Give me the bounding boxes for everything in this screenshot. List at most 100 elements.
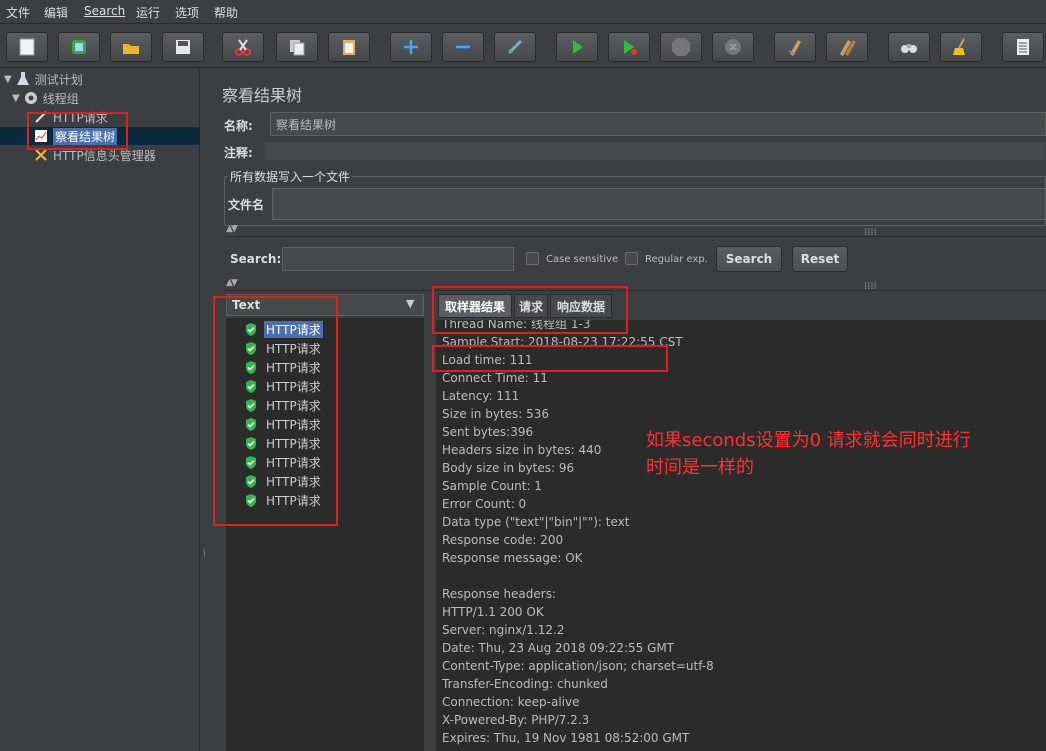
chevron-down-icon[interactable]: ▼ [406, 297, 414, 310]
detail-line: Sent bytes:396 [442, 425, 534, 439]
templates-icon [72, 40, 86, 54]
detail-line: X-Powered-By: PHP/7.2.3 [442, 713, 590, 727]
open-button[interactable] [110, 32, 152, 62]
name-label: 名称: [224, 119, 253, 133]
search-input[interactable] [282, 247, 514, 271]
detail-line: Data type ("text"|"bin"|""): text [442, 515, 630, 529]
detail-line: Response code: 200 [442, 533, 564, 547]
stop-button[interactable] [660, 32, 702, 62]
detail-line: Server: nginx/1.12.2 [442, 623, 565, 637]
highlight-box-tree [27, 112, 128, 150]
splitter-grip-icon[interactable]: ⁞ ⁞ [203, 548, 209, 564]
expand-button[interactable] [390, 32, 432, 62]
toolbar [0, 24, 1046, 68]
function-helper-button[interactable] [1002, 32, 1044, 62]
expand-arrow-icon[interactable]: ▼ [4, 74, 12, 85]
start-icon [573, 40, 583, 54]
comment-field[interactable] [264, 141, 1046, 161]
toggle-button[interactable] [494, 32, 536, 62]
copy-icon [290, 40, 305, 56]
divider-grip-icon[interactable]: ⁞⁞⁞⁞ [864, 281, 877, 292]
collapse-arrows-icon[interactable]: ▲▼ [226, 224, 238, 234]
detail-line: Response headers: [442, 587, 557, 601]
tree-node-thread-group[interactable]: ▼ 线程组 [12, 89, 79, 107]
divider [224, 290, 1046, 291]
collapse-arrows-icon[interactable]: ▲▼ [226, 278, 238, 288]
menu-help[interactable]: 帮助 [214, 4, 238, 21]
highlight-box-results [213, 296, 338, 526]
menu-bar: 文件 编辑 Search 运行 选项 帮助 [0, 0, 1046, 24]
toggle-icon [507, 39, 523, 55]
name-field[interactable]: 察看结果树 [270, 112, 1046, 136]
detail-line: Body size in bytes: 96 [442, 461, 575, 475]
reset-search-button[interactable] [940, 32, 982, 62]
save-button[interactable] [162, 32, 204, 62]
search-button[interactable]: Search [716, 246, 782, 272]
detail-line: Response message: OK [442, 551, 583, 565]
detail-line: Latency: 111 [442, 389, 520, 403]
detail-line: Date: Thu, 23 Aug 2018 09:22:55 GMT [442, 641, 675, 655]
shutdown-icon [725, 39, 741, 55]
start-no-pause-button[interactable] [608, 32, 650, 62]
filename-field[interactable] [272, 188, 1046, 220]
divider [224, 236, 1046, 237]
broom-icon [953, 38, 965, 55]
expand-icon [404, 40, 418, 54]
annotation-line-1: 如果seconds设置为0 请求就会同时进行 [646, 430, 971, 451]
search-label: Search: [230, 252, 282, 266]
menu-search[interactable]: Search [84, 4, 125, 18]
detail-line: Error Count: 0 [442, 497, 527, 511]
detail-line: Content-Type: application/json; charset=… [442, 659, 714, 673]
stop-icon [672, 38, 690, 56]
case-sensitive-checkbox[interactable] [526, 252, 539, 265]
divider-grip-icon[interactable]: ⁞⁞⁞⁞ [864, 227, 877, 238]
menu-options[interactable]: 选项 [175, 4, 199, 21]
sampler-result-text: Thread Name: 线程组 1-3 Sample Start: 2018-0… [436, 320, 1046, 751]
new-icon [19, 38, 35, 56]
reset-button[interactable]: Reset [792, 246, 848, 272]
clear-all-icon [840, 40, 856, 56]
detail-line: Headers size in bytes: 440 [442, 443, 602, 457]
gear-icon [22, 90, 40, 106]
binoculars-icon [901, 44, 917, 53]
clear-icon [788, 40, 801, 56]
regex-checkbox[interactable] [625, 252, 638, 265]
templates-button[interactable] [58, 32, 100, 62]
shutdown-button[interactable] [712, 32, 754, 62]
flask-icon [14, 71, 32, 87]
highlight-box-tabs [432, 286, 628, 334]
detail-line: Connection: keep-alive [442, 695, 580, 709]
start-button[interactable] [556, 32, 598, 62]
save-icon [176, 40, 190, 54]
clear-all-button[interactable] [826, 32, 868, 62]
detail-line: Size in bytes: 536 [442, 407, 550, 421]
panel-title: 察看结果树 [222, 86, 303, 105]
filename-label: 文件名 [228, 198, 265, 212]
collapse-icon [456, 45, 470, 49]
case-sensitive-label: Case sensitive [546, 254, 619, 265]
clear-button[interactable] [774, 32, 816, 62]
copy-button[interactable] [276, 32, 318, 62]
splitter[interactable] [200, 68, 212, 751]
menu-file[interactable]: 文件 [6, 4, 30, 21]
detail-line: Transfer-Encoding: chunked [442, 677, 608, 691]
expand-arrow-icon[interactable]: ▼ [12, 93, 20, 104]
highlight-box-sample-start [432, 345, 668, 372]
comment-label: 注释: [224, 146, 253, 160]
new-button[interactable] [6, 32, 48, 62]
tree-node-test-plan[interactable]: ▼ 测试计划 [4, 70, 83, 88]
test-plan-tree: ▼ 测试计划 ▼ 线程组 HTTP请求 察看结果树 HTTP信息头管理器 [0, 68, 200, 751]
cut-button[interactable] [222, 32, 264, 62]
open-icon [123, 44, 139, 54]
collapse-button[interactable] [442, 32, 484, 62]
start-no-pause-icon [624, 40, 637, 55]
menu-edit[interactable]: 编辑 [44, 4, 68, 21]
menu-run[interactable]: 运行 [136, 4, 160, 21]
detail-line: Sample Count: 1 [442, 479, 542, 493]
detail-line: Expires: Thu, 19 Nov 1981 08:52:00 GMT [442, 731, 690, 745]
paste-button[interactable] [328, 32, 370, 62]
list-icon [1017, 39, 1029, 55]
file-group-label: 所有数据写入一个文件 [228, 168, 353, 185]
search-button-toolbar[interactable] [888, 32, 930, 62]
cut-icon [235, 39, 251, 56]
